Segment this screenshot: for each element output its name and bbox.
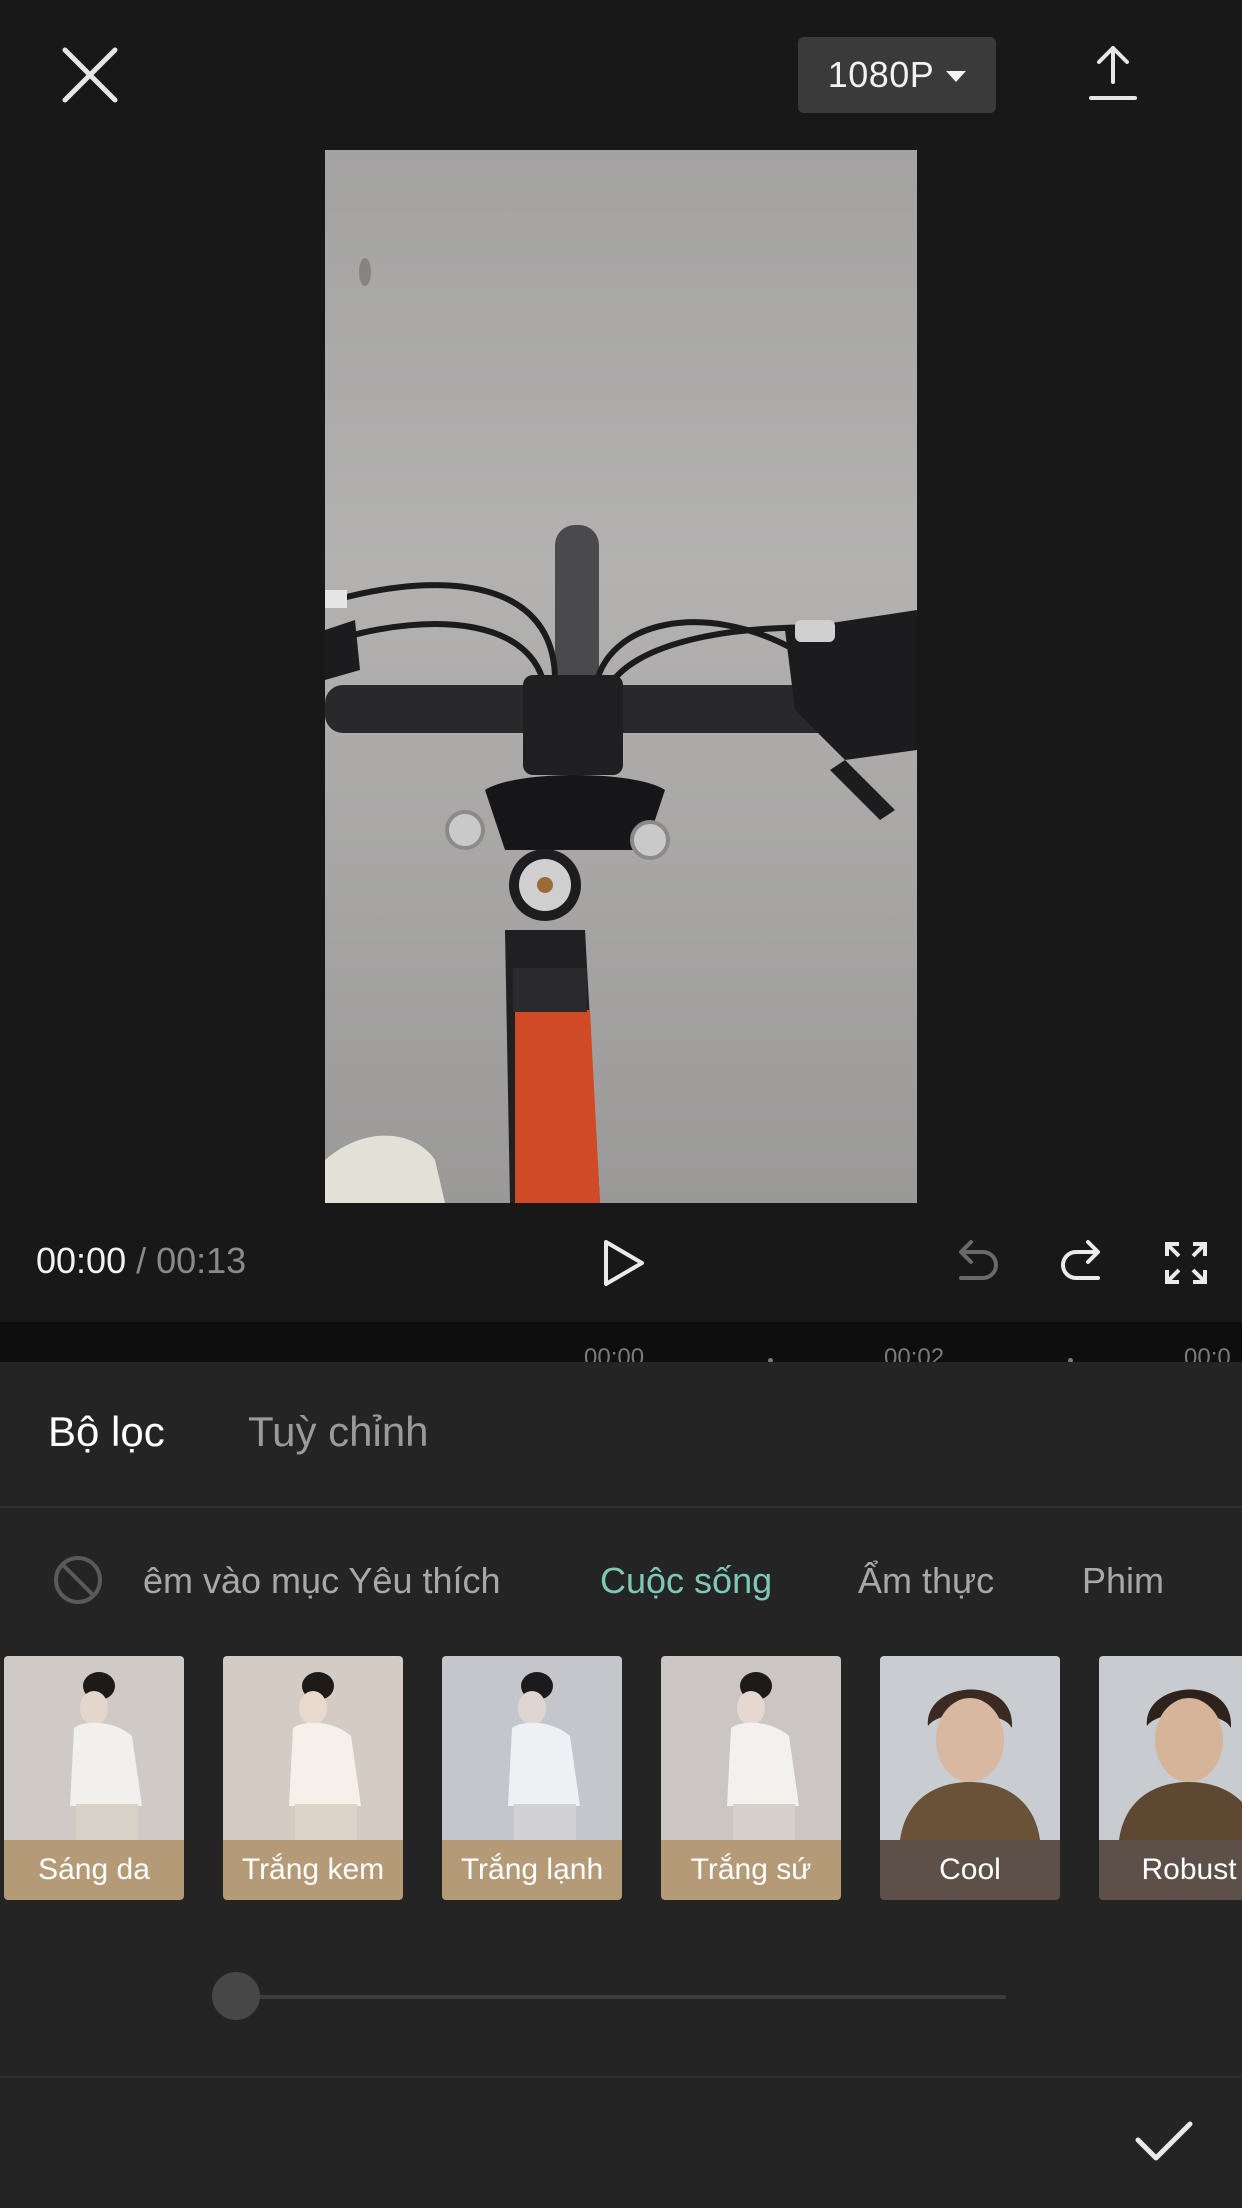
filter-label: Trắng lạnh <box>442 1840 622 1900</box>
category-favorites[interactable]: êm vào mục Yêu thích <box>143 1560 501 1602</box>
timeline-tick: 00:0 <box>1184 1344 1231 1362</box>
undo-icon <box>959 1240 998 1280</box>
timecode: 00:00/00:13 <box>36 1240 246 1282</box>
play-button[interactable] <box>598 1236 648 1290</box>
filter-label: Cool <box>880 1840 1060 1900</box>
upload-icon <box>1089 46 1137 100</box>
close-button[interactable] <box>55 40 125 110</box>
check-icon <box>1135 2121 1193 2161</box>
video-preview[interactable] <box>325 150 917 1203</box>
caret-down-icon <box>946 70 967 82</box>
timeline-ruler[interactable]: 00:00 00:02 00:0 <box>0 1322 1242 1362</box>
time-separator: / <box>136 1240 147 1281</box>
filter-thumbnail-woman <box>661 1656 841 1840</box>
video-frame-image <box>325 150 917 1203</box>
filter-card[interactable]: Trắng lạnh <box>442 1656 622 1900</box>
filter-label: Robust <box>1099 1840 1242 1900</box>
filter-card[interactable]: Trắng kem <box>223 1656 403 1900</box>
timeline-tick: 00:02 <box>884 1344 945 1362</box>
export-button[interactable] <box>1085 42 1141 104</box>
redo-icon <box>1061 1240 1100 1280</box>
play-icon <box>604 1240 644 1286</box>
undo-button[interactable] <box>953 1238 1001 1288</box>
close-icon <box>62 47 118 103</box>
filter-thumbnail-man <box>1099 1656 1242 1840</box>
redo-button[interactable] <box>1058 1238 1106 1288</box>
tab-adjust[interactable]: Tuỳ chỉnh <box>248 1408 429 1456</box>
intensity-slider-knob[interactable] <box>212 1972 260 2020</box>
footer-divider <box>0 2076 1242 2078</box>
top-bar: 1080P <box>0 0 1242 150</box>
filter-label: Trắng sứ <box>661 1840 841 1900</box>
total-time: 00:13 <box>156 1240 247 1281</box>
resolution-label: 1080P <box>827 54 935 95</box>
filter-thumbnail-man <box>880 1656 1060 1840</box>
current-time: 00:00 <box>36 1240 127 1281</box>
filter-label: Sáng da <box>4 1840 184 1900</box>
filter-thumbnail-woman <box>442 1656 622 1840</box>
no-filter-button[interactable] <box>52 1554 104 1606</box>
prohibit-icon <box>54 1556 102 1604</box>
filter-card[interactable]: Trắng sứ <box>661 1656 841 1900</box>
intensity-slider-track[interactable] <box>236 1995 1006 1999</box>
confirm-button[interactable] <box>1134 2118 1194 2164</box>
fullscreen-icon <box>1165 1242 1207 1284</box>
timeline-tick: 00:00 <box>584 1344 645 1362</box>
filter-list: Sáng da Trắng kem Trắng lạnh Trắng sứ Co… <box>0 1656 1242 1900</box>
fullscreen-button[interactable] <box>1163 1240 1209 1286</box>
category-life[interactable]: Cuộc sống <box>600 1560 772 1602</box>
resolution-button[interactable]: 1080P <box>798 37 996 113</box>
filter-card[interactable]: Sáng da <box>4 1656 184 1900</box>
panel-tabs: Bộ lọc Tuỳ chỉnh <box>0 1362 1242 1508</box>
filter-label: Trắng kem <box>223 1840 403 1900</box>
filter-card[interactable]: Robust <box>1099 1656 1242 1900</box>
category-movie[interactable]: Phim <box>1082 1560 1164 1602</box>
filter-thumbnail-woman <box>223 1656 403 1840</box>
category-food[interactable]: Ẩm thực <box>858 1560 994 1602</box>
filter-thumbnail-woman <box>4 1656 184 1840</box>
filter-card[interactable]: Cool <box>880 1656 1060 1900</box>
tab-filters[interactable]: Bộ lọc <box>48 1408 165 1456</box>
